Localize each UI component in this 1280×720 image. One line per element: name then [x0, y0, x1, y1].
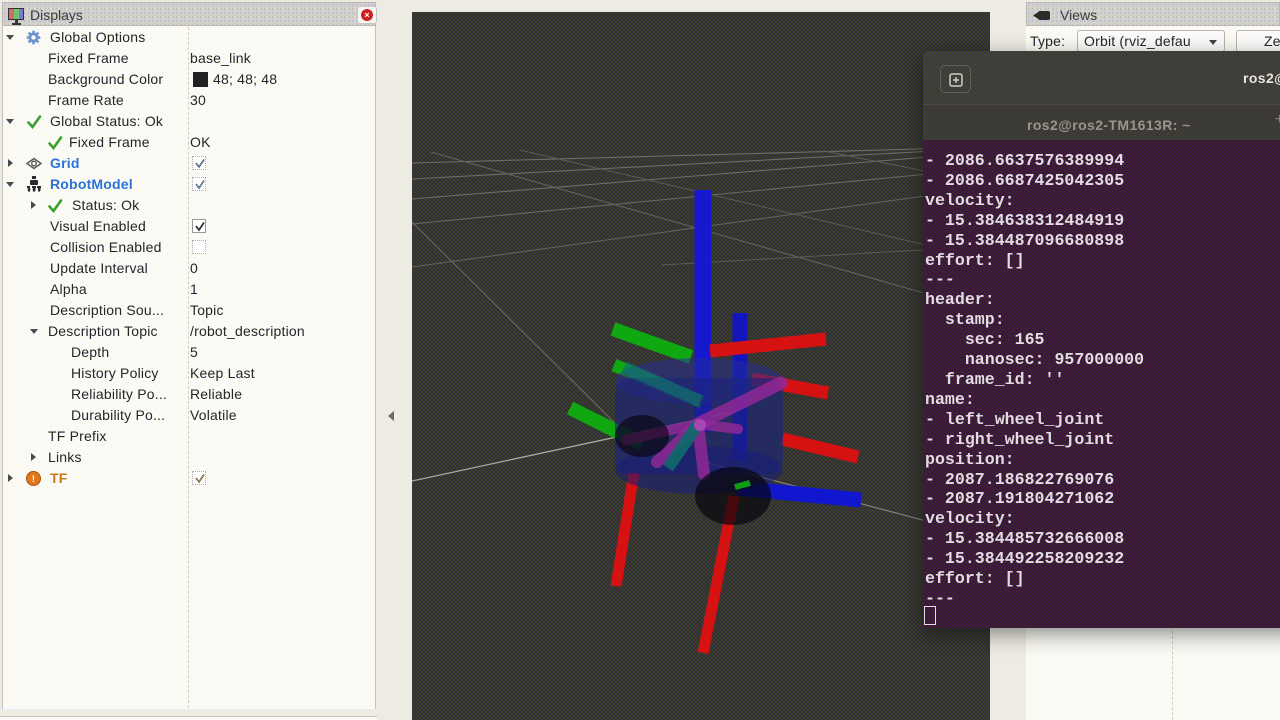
svg-text:!: ! [32, 474, 35, 484]
